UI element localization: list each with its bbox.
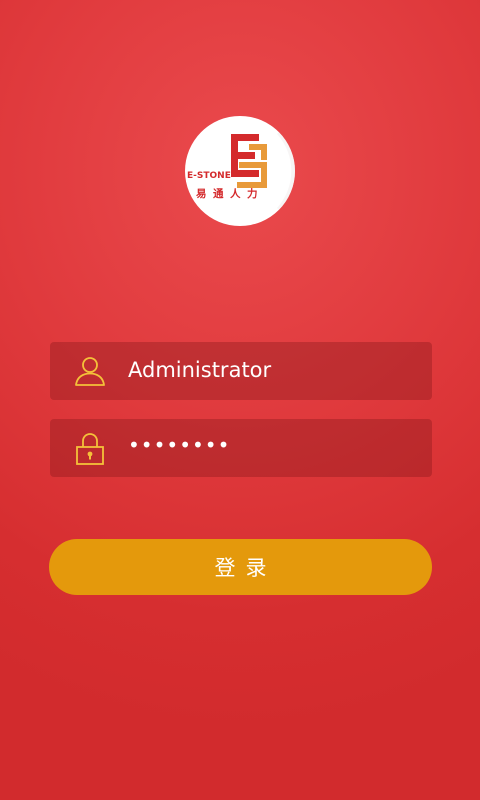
password-field[interactable]: •••••••• [50,419,432,477]
logo-circle: E-STONE 易通人力 [185,116,295,226]
password-value: •••••••• [128,433,231,457]
app-logo: E-STONE 易通人力 [185,116,303,226]
username-value: Administrator [128,358,272,382]
logo-subtitle-text: 易通人力 [196,188,264,200]
lock-icon [72,430,108,466]
username-field[interactable]: Administrator [50,342,432,400]
login-button[interactable]: 登录 [49,539,432,595]
logo-brand-text: E-STONE [187,171,231,181]
user-icon [72,353,108,389]
